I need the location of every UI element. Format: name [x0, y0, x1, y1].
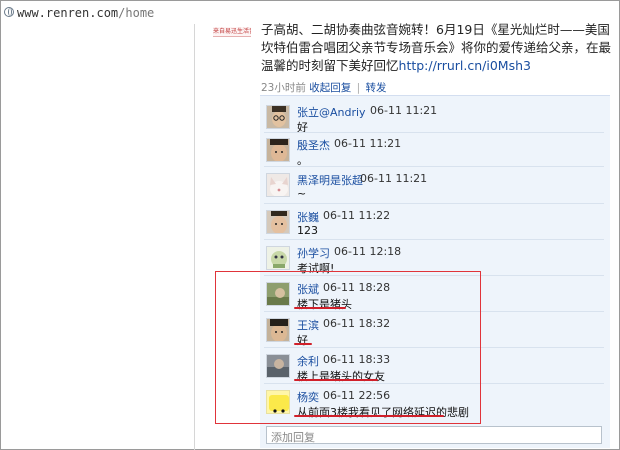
- comment-time: 06-11 11:21: [360, 172, 428, 185]
- add-reply-input[interactable]: 添加回复: [266, 426, 602, 444]
- comment-item: 黑泽明是张超 06-11 11:21 ~: [264, 170, 604, 202]
- comment-item: 殷圣杰 06-11 11:21 。: [264, 135, 604, 167]
- comment-text: 123: [297, 224, 318, 237]
- comment-time: 06-11 12:18: [334, 245, 402, 258]
- comment-author[interactable]: 张巍: [297, 209, 319, 225]
- cartoon-avatar[interactable]: [266, 246, 290, 270]
- forward-link[interactable]: 转发: [365, 82, 386, 94]
- comment-time: 06-11 11:21: [370, 104, 438, 117]
- comment-author[interactable]: 黑泽明是张超: [297, 172, 363, 188]
- address-text[interactable]: www.renren.com/home: [17, 6, 154, 20]
- comment-text: ~: [297, 187, 307, 200]
- browser-window: www.renren.com/home 来自易迅生活音频 子高胡、二胡协奏曲弦音…: [0, 0, 620, 450]
- annotation-underline: [294, 343, 312, 345]
- post-thumbnail[interactable]: 来自易迅生活音频: [213, 27, 251, 37]
- comment-time: 06-11 11:21: [334, 137, 402, 150]
- glasses-man-avatar[interactable]: [266, 105, 290, 129]
- collapse-replies-link[interactable]: 收起回复: [309, 82, 351, 94]
- annotation-underline: [294, 307, 346, 309]
- comment-time: 06-11 11:22: [323, 209, 391, 222]
- comment-divider: [264, 132, 604, 133]
- comment-author[interactable]: 张立@Andriy: [297, 104, 366, 120]
- url-path: /home: [118, 6, 155, 20]
- post-link[interactable]: http://rrurl.cn/i0Msh3: [399, 58, 531, 73]
- comment-divider: [264, 166, 604, 167]
- post-time: 23小时前: [261, 82, 306, 94]
- comment-author[interactable]: 殷圣杰: [297, 137, 330, 153]
- comment-item: 张立@Andriy 06-11 11:21 好: [264, 102, 604, 134]
- comment-item: 张巍 06-11 11:22 123: [264, 207, 604, 239]
- face-avatar[interactable]: [266, 138, 290, 162]
- face-avatar[interactable]: [266, 210, 290, 234]
- comment-divider: [264, 239, 604, 240]
- comment-author[interactable]: 孙学习: [297, 245, 330, 261]
- comment-divider: [264, 203, 604, 204]
- url-host: www.renren.com: [17, 6, 119, 20]
- annotation-highlight-box: [215, 271, 481, 424]
- globe-icon: [4, 7, 14, 17]
- meta-separator: |: [356, 82, 361, 94]
- post-meta: 23小时前 收起回复 | 转发: [261, 80, 386, 95]
- annotation-underline: [294, 379, 378, 381]
- column-divider: [194, 24, 195, 450]
- thumbnail-caption: 来自易迅生活音频: [213, 28, 251, 35]
- cat-avatar[interactable]: [266, 173, 290, 197]
- post-body: 子高胡、二胡协奏曲弦音婉转！6月19日《星光灿烂时——美国坎特伯雷合唱团父亲节专…: [261, 21, 613, 75]
- annotation-underline: [294, 415, 444, 417]
